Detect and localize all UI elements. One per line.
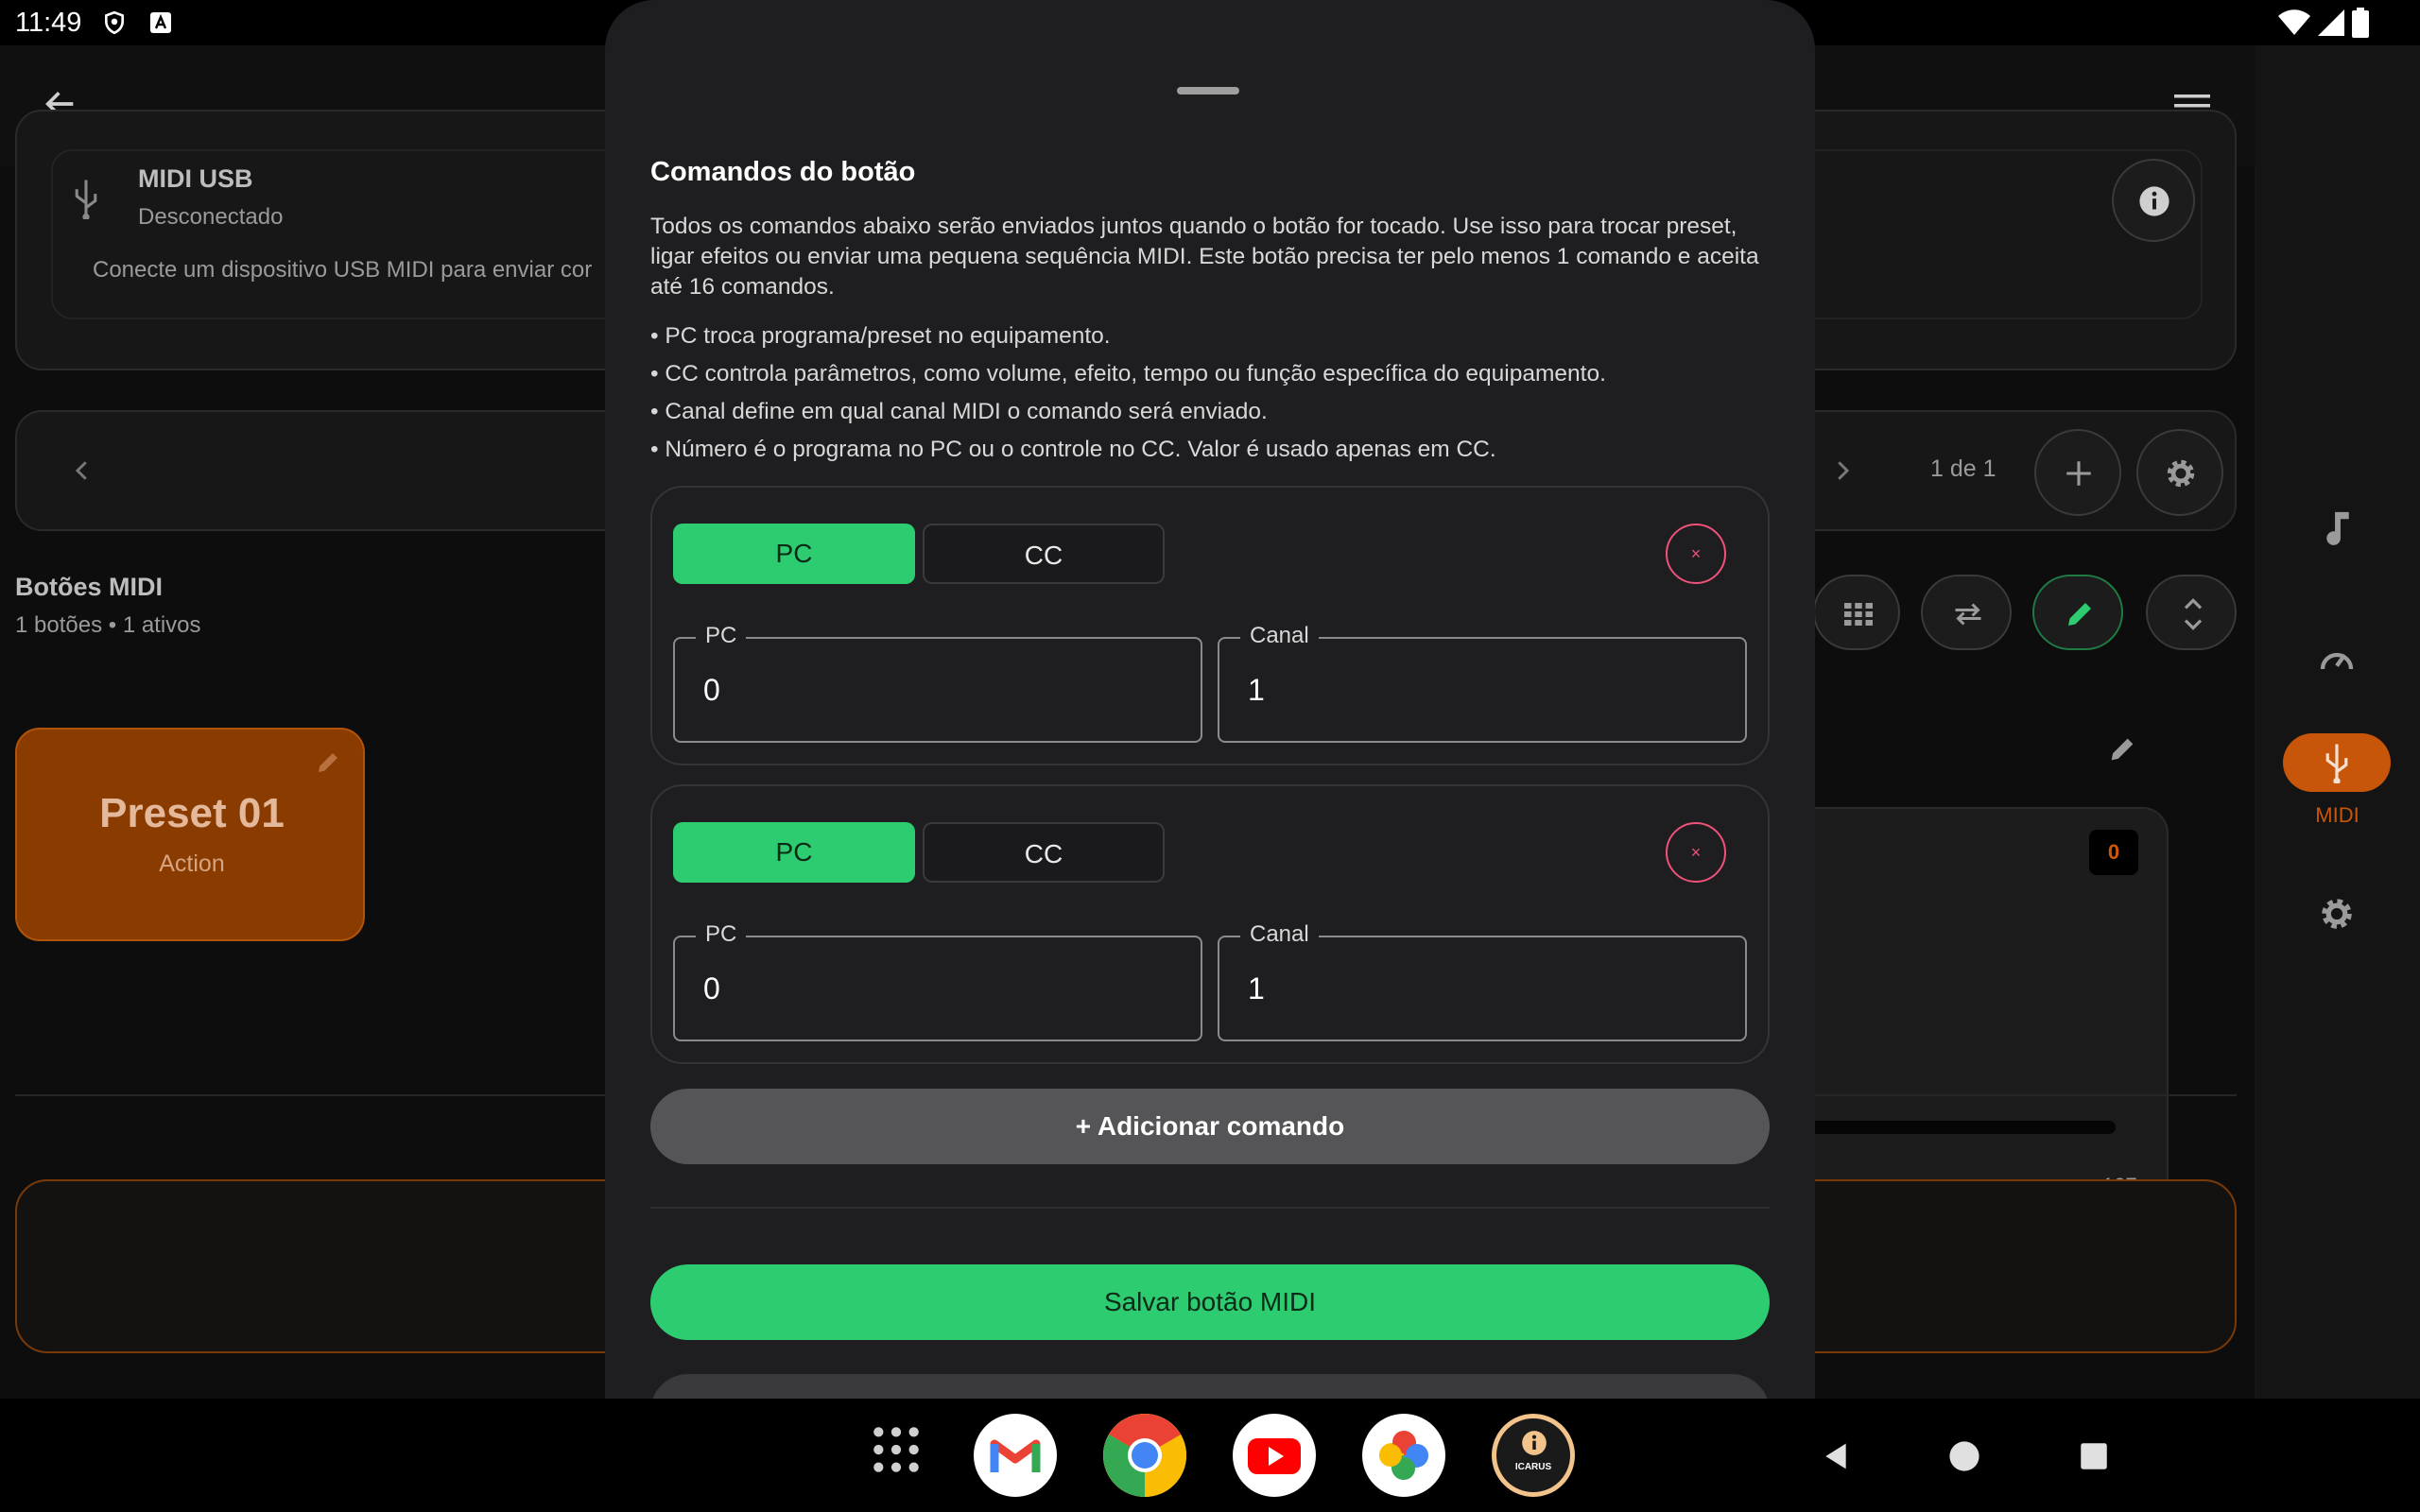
midi-usb-title: MIDI USB bbox=[138, 164, 253, 193]
pencil-icon bbox=[2063, 597, 2097, 631]
channel-field-value: 1 bbox=[1248, 971, 1265, 1005]
preset-title: Preset 01 bbox=[99, 790, 285, 836]
section-subtitle: 1 botões • 1 ativos bbox=[15, 612, 201, 638]
icarus-icon[interactable]: ICARUS bbox=[1492, 1414, 1575, 1497]
type-pc-toggle[interactable]: PC bbox=[673, 822, 915, 883]
sheet-divider bbox=[650, 1207, 1770, 1209]
bullet-channel: • Canal define em qual canal MIDI o coma… bbox=[650, 399, 1268, 424]
rail-label-midi: MIDI bbox=[2315, 803, 2360, 827]
channel-field-label: Canal bbox=[1240, 623, 1319, 649]
youtube-icon[interactable] bbox=[1233, 1414, 1316, 1497]
info-icon bbox=[2138, 185, 2170, 217]
pencil-icon[interactable] bbox=[314, 748, 342, 777]
pc-number-field[interactable]: PC 0 bbox=[673, 921, 1202, 1041]
grid-icon bbox=[1841, 597, 1876, 631]
icarus-label: ICARUS bbox=[1514, 1462, 1552, 1472]
settings-button[interactable] bbox=[2136, 429, 2223, 516]
preset-subtitle: Action bbox=[159, 850, 225, 877]
pc-field-label: PC bbox=[696, 623, 747, 649]
grid-view-button[interactable] bbox=[1813, 575, 1900, 650]
music-note-icon[interactable] bbox=[2321, 507, 2355, 548]
type-pc-toggle[interactable]: PC bbox=[673, 524, 915, 584]
app-drawer-icon[interactable] bbox=[870, 1423, 923, 1476]
bullet-cc: • CC controla parâmetros, como volume, e… bbox=[650, 361, 1606, 387]
navigation-rail: MIDI bbox=[2255, 45, 2420, 1399]
midi-usb-hint: Conecte um dispositivo USB MIDI para env… bbox=[93, 257, 593, 283]
channel-field-value: 1 bbox=[1248, 673, 1265, 707]
info-button[interactable] bbox=[2112, 159, 2195, 242]
system-nav-bar: ICARUS bbox=[0, 1399, 2420, 1512]
channel-field-label: Canal bbox=[1240, 921, 1319, 948]
sheet-title: Comandos do botão bbox=[650, 157, 916, 187]
shield-icon bbox=[102, 9, 127, 36]
recents-icon[interactable] bbox=[2080, 1442, 2108, 1470]
section-title: Botões MIDI bbox=[15, 573, 164, 601]
channel-field[interactable]: Canal 1 bbox=[1218, 623, 1747, 743]
speedometer-icon[interactable] bbox=[2317, 641, 2357, 679]
value-badge: 0 bbox=[2089, 830, 2138, 875]
plus-icon bbox=[2063, 457, 2095, 490]
chevron-right-icon[interactable] bbox=[1828, 454, 1857, 488]
pc-field-value: 0 bbox=[703, 673, 720, 707]
channel-field[interactable]: Canal 1 bbox=[1218, 921, 1747, 1041]
secondary-button[interactable] bbox=[650, 1374, 1770, 1399]
gmail-icon[interactable] bbox=[974, 1414, 1057, 1497]
pager-label: 1 de 1 bbox=[1930, 455, 1996, 482]
app-notification-icon bbox=[149, 11, 172, 34]
gear-icon[interactable] bbox=[2317, 894, 2357, 934]
signal-icon bbox=[2318, 9, 2344, 36]
command-card: PC CC × PC 0 Canal 1 bbox=[650, 784, 1770, 1064]
pencil-icon[interactable] bbox=[2106, 733, 2138, 765]
gear-icon bbox=[2163, 455, 2199, 491]
expand-button[interactable] bbox=[2146, 575, 2237, 650]
pc-field-label: PC bbox=[696, 921, 747, 948]
usb-icon bbox=[2323, 742, 2351, 783]
command-card: PC CC × PC 0 Canal 1 bbox=[650, 486, 1770, 765]
bullet-pc: • PC troca programa/preset no equipament… bbox=[650, 323, 1111, 349]
swap-button[interactable] bbox=[1921, 575, 2012, 650]
status-time: 11:49 bbox=[15, 8, 82, 38]
midi-usb-status: Desconectado bbox=[138, 204, 284, 230]
back-icon[interactable] bbox=[1821, 1440, 1851, 1472]
pc-number-field[interactable]: PC 0 bbox=[673, 623, 1202, 743]
add-preset-button[interactable] bbox=[2034, 429, 2121, 516]
edit-mode-button[interactable] bbox=[2032, 575, 2123, 650]
pc-field-value: 0 bbox=[703, 971, 720, 1005]
icarus-info-icon bbox=[1521, 1430, 1547, 1456]
save-midi-button[interactable]: Salvar botão MIDI bbox=[650, 1264, 1770, 1340]
preset-card[interactable]: Preset 01 Action bbox=[15, 728, 365, 941]
wifi-icon bbox=[2278, 9, 2310, 36]
unfold-icon bbox=[2178, 595, 2208, 633]
remove-command-button[interactable]: × bbox=[1666, 524, 1726, 584]
chrome-icon[interactable] bbox=[1103, 1414, 1186, 1497]
drag-handle[interactable] bbox=[1177, 87, 1239, 94]
chevron-left-icon[interactable] bbox=[68, 454, 96, 488]
bullet-number: • Número é o programa no PC ou o control… bbox=[650, 437, 1496, 462]
remove-command-button[interactable]: × bbox=[1666, 822, 1726, 883]
battery-icon bbox=[2352, 8, 2369, 38]
command-sheet: Comandos do botão Todos os comandos abai… bbox=[605, 0, 1815, 1399]
usb-icon bbox=[72, 178, 100, 219]
type-cc-toggle[interactable]: CC bbox=[923, 524, 1165, 584]
swap-icon bbox=[1951, 597, 1985, 631]
home-icon[interactable] bbox=[1948, 1440, 1980, 1472]
add-command-button[interactable]: + Adicionar comando bbox=[650, 1089, 1770, 1164]
rail-item-midi[interactable] bbox=[2283, 733, 2391, 792]
sheet-description: Todos os comandos abaixo serão enviados … bbox=[650, 214, 1759, 300]
type-cc-toggle[interactable]: CC bbox=[923, 822, 1165, 883]
photos-icon[interactable] bbox=[1362, 1414, 1445, 1497]
